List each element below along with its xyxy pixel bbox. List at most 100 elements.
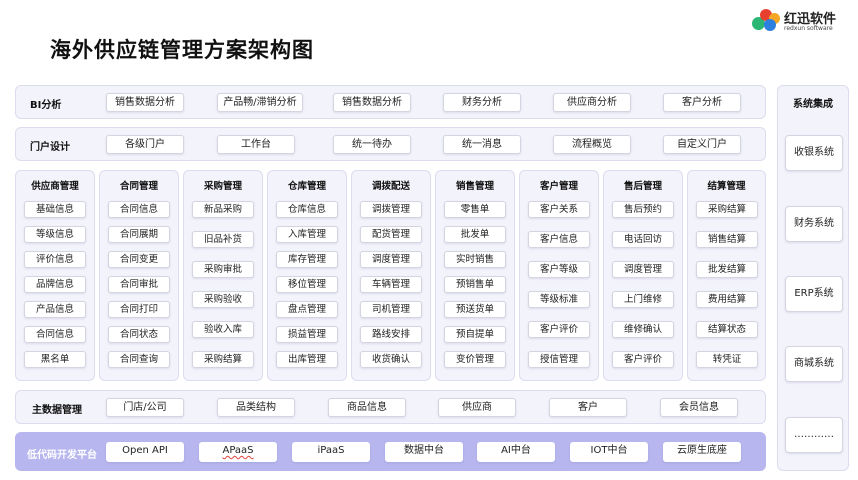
master-data-panel: 主数据管理 门店/公司 品类结构 商品信息 供应商 客户 会员信息: [15, 390, 766, 424]
module-item: 客户评价: [528, 321, 590, 338]
module-item: 旧品补货: [192, 231, 254, 248]
column-procurement-management: 采购管理 新品采购 旧品补货 采购审批 采购验收 验收入库 采购结算: [183, 170, 263, 381]
module-item: 路线安排: [360, 326, 422, 343]
module-item: 入库管理: [276, 226, 338, 243]
module-item: 调度管理: [360, 251, 422, 268]
module-item: 维修确认: [612, 321, 674, 338]
column-title: 仓库管理: [287, 181, 326, 192]
module-item: 变价管理: [444, 351, 506, 368]
module-item: 合同信息: [24, 326, 86, 343]
master-data-item: 门店/公司: [106, 398, 184, 417]
module-item: 实时销售: [444, 251, 506, 268]
page-title: 海外供应链管理方案架构图: [50, 38, 314, 62]
platform-item: APaaS: [199, 442, 277, 462]
master-data-item: 会员信息: [660, 398, 738, 417]
module-item: 合同打印: [108, 301, 170, 318]
module-item: 黑名单: [24, 351, 86, 368]
module-item: 配货管理: [360, 226, 422, 243]
column-supplier-management: 供应商管理 基础信息 等级信息 评价信息 品牌信息 产品信息 合同信息 黑名单: [15, 170, 95, 381]
bi-item: 产品畅/滞销分析: [217, 93, 303, 112]
bi-item: 供应商分析: [553, 93, 631, 112]
module-item: 出库管理: [276, 351, 338, 368]
module-item: 库存管理: [276, 251, 338, 268]
column-title: 调拨配送: [371, 181, 410, 192]
module-item: 销售结算: [696, 231, 758, 248]
platform-item: 数据中台: [385, 442, 463, 462]
module-item: 验收入库: [192, 321, 254, 338]
master-data-label: 主数据管理: [32, 405, 82, 416]
module-item: 合同变更: [108, 251, 170, 268]
bi-analysis-panel: BI分析 销售数据分析 产品畅/滞销分析 销售数据分析 财务分析 供应商分析 客…: [15, 85, 766, 119]
integration-item: …………: [785, 417, 843, 453]
platform-item: Open API: [106, 442, 184, 462]
portal-item: 工作台: [217, 135, 295, 154]
portal-item: 各级门户: [106, 135, 184, 154]
module-item: 评价信息: [24, 251, 86, 268]
module-item: 采购结算: [192, 351, 254, 368]
bi-analysis-label: BI分析: [30, 100, 62, 111]
platform-item: 云原生底座: [663, 442, 741, 462]
module-item: 合同查询: [108, 351, 170, 368]
portal-item: 流程概览: [553, 135, 631, 154]
portal-design-panel: 门户设计 各级门户 工作台 统一待办 统一消息 流程概览 自定义门户: [15, 127, 766, 161]
platform-item: iPaaS: [292, 442, 370, 462]
module-item: 客户评价: [612, 351, 674, 368]
bi-item: 客户分析: [663, 93, 741, 112]
module-item: 上门维修: [612, 291, 674, 308]
module-item: 司机管理: [360, 301, 422, 318]
column-title: 供应商管理: [31, 181, 79, 192]
master-data-item: 供应商: [438, 398, 516, 417]
platform-item: AI中台: [477, 442, 555, 462]
column-customer-management: 客户管理 客户关系 客户信息 客户等级 等级标准 客户评价 授信管理: [519, 170, 599, 381]
logo-mark-icon: [752, 7, 782, 33]
module-item: 合同状态: [108, 326, 170, 343]
low-code-platform-panel: 低代码开发平台 Open API APaaS iPaaS 数据中台 AI中台 I…: [15, 432, 766, 471]
module-item: 等级信息: [24, 226, 86, 243]
column-after-sales-management: 售后管理 售后预约 电话回访 调度管理 上门维修 维修确认 客户评价: [603, 170, 683, 381]
system-integration-panel: 系统集成 收银系统 财务系统 ERP系统 商城系统 …………: [777, 85, 849, 471]
module-item: 预送货单: [444, 301, 506, 318]
module-item: 调拨管理: [360, 201, 422, 218]
module-item: 损益管理: [276, 326, 338, 343]
module-item: 电话回访: [612, 231, 674, 248]
column-sales-management: 销售管理 零售单 批发单 实时销售 预销售单 预送货单 预自提单 变价管理: [435, 170, 515, 381]
integration-item: 财务系统: [785, 206, 843, 242]
module-item: 采购结算: [696, 201, 758, 218]
integration-item: ERP系统: [785, 276, 843, 312]
column-title: 合同管理: [119, 181, 158, 192]
module-item: 采购审批: [192, 261, 254, 278]
logo-subtitle: redxun software: [784, 25, 833, 32]
column-transfer-distribution: 调拨配送 调拨管理 配货管理 调度管理 车辆管理 司机管理 路线安排 收货确认: [351, 170, 431, 381]
integration-item: 收银系统: [785, 135, 843, 171]
bi-item: 销售数据分析: [333, 93, 411, 112]
low-code-platform-label: 低代码开发平台: [27, 450, 97, 461]
column-title: 采购管理: [203, 181, 242, 192]
module-item: 零售单: [444, 201, 506, 218]
master-data-item: 客户: [549, 398, 627, 417]
module-item: 等级标准: [528, 291, 590, 308]
module-item: 售后预约: [612, 201, 674, 218]
module-item: 客户等级: [528, 261, 590, 278]
column-title: 售后管理: [623, 181, 662, 192]
module-item: 授信管理: [528, 351, 590, 368]
master-data-item: 商品信息: [328, 398, 406, 417]
bi-item: 销售数据分析: [106, 93, 184, 112]
module-item: 品牌信息: [24, 276, 86, 293]
column-title: 销售管理: [455, 181, 494, 192]
bi-item: 财务分析: [443, 93, 521, 112]
module-item: 盘点管理: [276, 301, 338, 318]
column-warehouse-management: 仓库管理 仓库信息 入库管理 库存管理 移位管理 盘点管理 损益管理 出库管理: [267, 170, 347, 381]
column-title: 客户管理: [539, 181, 578, 192]
column-settlement-management: 结算管理 采购结算 销售结算 批发结算 费用结算 结算状态 转凭证: [687, 170, 766, 381]
portal-item: 统一待办: [333, 135, 411, 154]
module-item: 合同审批: [108, 276, 170, 293]
module-item: 收货确认: [360, 351, 422, 368]
master-data-item: 品类结构: [217, 398, 295, 417]
module-item: 新品采购: [192, 201, 254, 218]
portal-item: 自定义门户: [663, 135, 741, 154]
module-item: 车辆管理: [360, 276, 422, 293]
company-logo: 红迅软件 redxun software: [752, 6, 852, 36]
module-item: 合同信息: [108, 201, 170, 218]
column-contract-management: 合同管理 合同信息 合同展期 合同变更 合同审批 合同打印 合同状态 合同查询: [99, 170, 179, 381]
platform-item: IOT中台: [570, 442, 648, 462]
